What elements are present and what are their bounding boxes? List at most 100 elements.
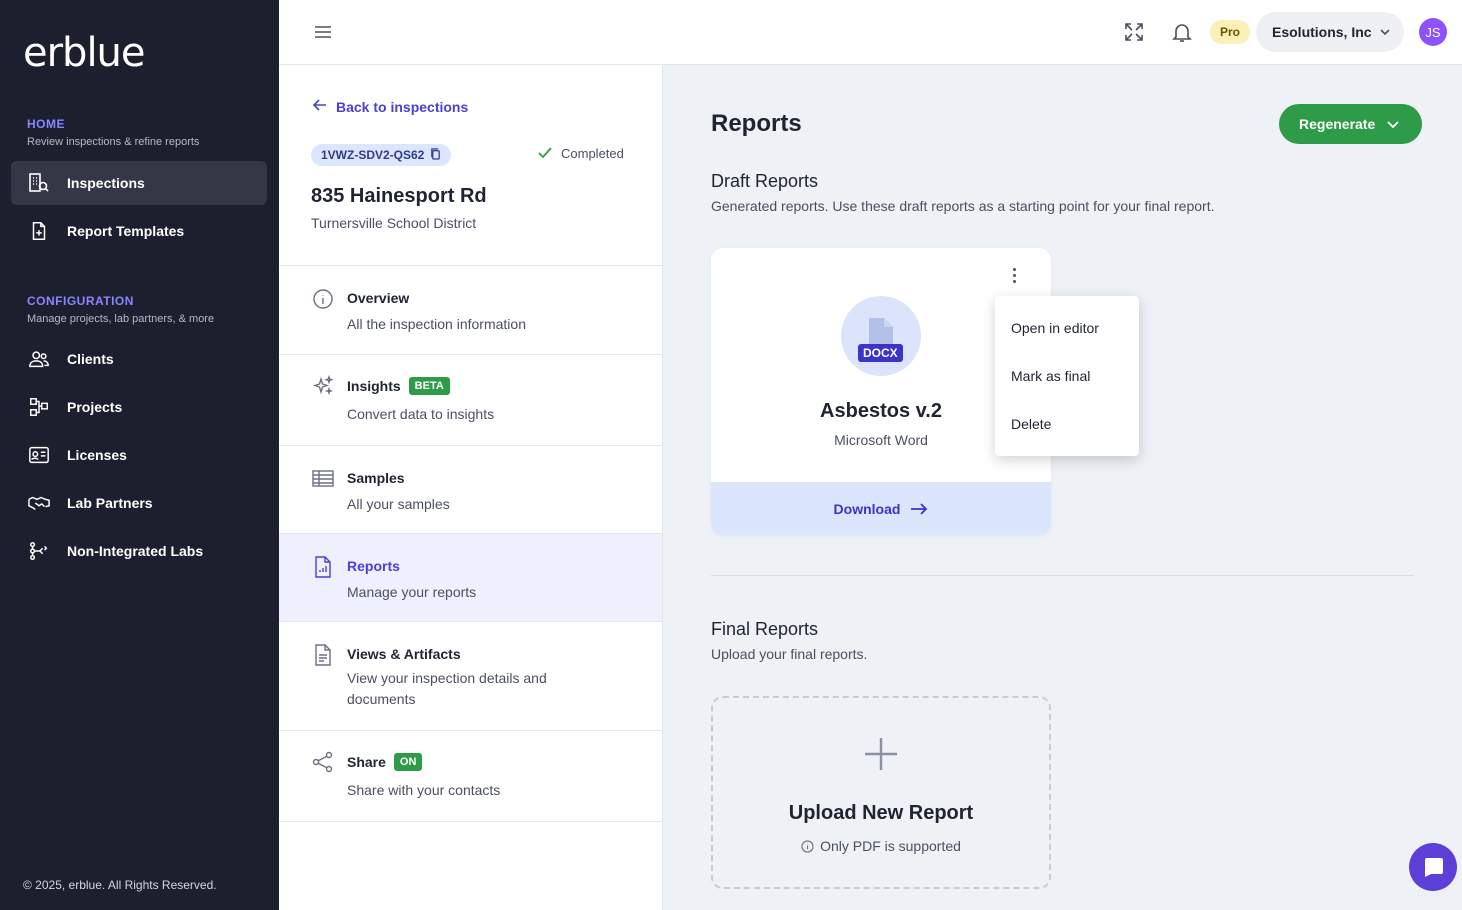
upload-title: Upload New Report bbox=[788, 802, 974, 824]
menu-item-title: Reports bbox=[347, 558, 400, 574]
labs-icon bbox=[27, 539, 51, 563]
copy-icon[interactable] bbox=[430, 147, 441, 163]
menu-item-overview[interactable]: Overview All the inspection information bbox=[279, 266, 662, 355]
section-divider bbox=[711, 575, 1414, 576]
sidebar-item-report-templates[interactable]: Report Templates bbox=[11, 209, 267, 253]
regenerate-button[interactable]: Regenerate bbox=[1279, 104, 1422, 144]
report-icon bbox=[312, 556, 334, 578]
sidebar-item-label: Licenses bbox=[67, 447, 127, 463]
chat-icon bbox=[1425, 858, 1443, 877]
status-badge: Completed bbox=[537, 145, 624, 161]
menu-item-desc: Manage your reports bbox=[347, 584, 477, 600]
chevron-down-icon bbox=[1378, 25, 1392, 42]
sidebar-item-licenses[interactable]: Licenses bbox=[11, 433, 267, 477]
inspection-id-chip[interactable]: 1VWZ-SDV2-QS62 bbox=[311, 144, 452, 166]
menu-mark-as-final[interactable]: Mark as final bbox=[1011, 368, 1090, 384]
document-icon bbox=[312, 644, 334, 666]
handshake-icon bbox=[27, 491, 51, 515]
fullscreen-icon[interactable] bbox=[1122, 20, 1146, 44]
on-badge: ON bbox=[393, 753, 423, 771]
menu-item-desc: View your inspection details and documen… bbox=[347, 670, 547, 707]
inspection-id: 1VWZ-SDV2-QS62 bbox=[321, 148, 425, 162]
organization-select[interactable]: Esolutions, Inc bbox=[1256, 12, 1404, 52]
menu-item-desc: All your samples bbox=[347, 496, 450, 512]
sidebar-item-label: Projects bbox=[67, 399, 123, 415]
config-section-title: CONFIGURATION bbox=[27, 294, 134, 308]
copyright: © 2025, erblue. All Rights Reserved. bbox=[23, 878, 217, 892]
back-to-inspections-link[interactable]: Back to inspections bbox=[312, 97, 468, 116]
menu-item-desc: Share with your contacts bbox=[347, 782, 501, 798]
download-label: Download bbox=[833, 500, 901, 517]
share-icon bbox=[312, 751, 334, 773]
info-icon bbox=[312, 288, 334, 310]
draft-reports-heading: Draft Reports bbox=[711, 171, 819, 191]
licenses-icon bbox=[27, 443, 51, 467]
sidebar-item-non-integrated-labs[interactable]: Non-Integrated Labs bbox=[11, 529, 267, 573]
status-text: Completed bbox=[561, 145, 624, 161]
chevron-down-icon bbox=[1387, 121, 1399, 129]
sidebar-item-label: Lab Partners bbox=[67, 495, 153, 511]
upload-report-dropzone[interactable]: Upload New Report Only PDF is supported bbox=[711, 696, 1051, 889]
app-logo[interactable]: erblue bbox=[23, 30, 146, 76]
bell-icon[interactable] bbox=[1170, 20, 1194, 44]
upload-hint: Only PDF is supported bbox=[713, 838, 1049, 854]
sidebar-item-label: Non-Integrated Labs bbox=[67, 543, 204, 559]
home-section-subtitle: Review inspections & refine reports bbox=[27, 136, 200, 148]
report-options-menu: Open in editor Mark as final Delete bbox=[995, 296, 1139, 456]
beta-badge: BETA bbox=[408, 377, 450, 395]
chat-button[interactable] bbox=[1409, 843, 1457, 891]
file-icon: DOCX bbox=[841, 296, 921, 376]
table-icon bbox=[312, 468, 334, 490]
more-options-icon[interactable] bbox=[1007, 264, 1021, 286]
projects-icon bbox=[27, 395, 51, 419]
menu-item-reports[interactable]: Reports Manage your reports bbox=[279, 534, 662, 622]
upload-hint-text: Only PDF is supported bbox=[820, 838, 961, 854]
config-section-subtitle: Manage projects, lab partners, & more bbox=[27, 313, 215, 325]
top-bar: Pro Esolutions, Inc JS bbox=[279, 0, 1462, 65]
organization-name: Esolutions, Inc bbox=[1272, 24, 1372, 40]
menu-item-samples[interactable]: Samples All your samples bbox=[279, 446, 662, 534]
final-reports-desc: Upload your final reports. bbox=[711, 646, 868, 662]
docx-badge: DOCX bbox=[858, 344, 903, 362]
menu-item-title: Overview bbox=[347, 290, 410, 306]
check-icon bbox=[538, 147, 552, 159]
sidebar-item-projects[interactable]: Projects bbox=[11, 385, 267, 429]
sidebar-item-inspections[interactable]: Inspections bbox=[11, 161, 267, 205]
menu-delete[interactable]: Delete bbox=[1011, 416, 1051, 432]
sidebar-item-lab-partners[interactable]: Lab Partners bbox=[11, 481, 267, 525]
sidebar-item-label: Inspections bbox=[67, 175, 145, 191]
inspection-panel: Back to inspections 1VWZ-SDV2-QS62 Compl… bbox=[279, 65, 663, 910]
download-button[interactable]: Download bbox=[711, 482, 1051, 535]
plan-badge: Pro bbox=[1210, 20, 1251, 44]
arrow-right-icon bbox=[911, 502, 928, 515]
back-link-label: Back to inspections bbox=[336, 98, 469, 115]
menu-item-title: Views & Artifacts bbox=[347, 646, 461, 662]
home-section-title: HOME bbox=[27, 117, 65, 131]
menu-item-views-artifacts[interactable]: Views & Artifacts View your inspection d… bbox=[279, 622, 662, 731]
report-template-icon bbox=[27, 219, 51, 243]
menu-item-insights[interactable]: Insights BETA Convert data to insights bbox=[279, 355, 662, 446]
final-reports-heading: Final Reports bbox=[711, 619, 819, 639]
sidebar: erblue HOME Review inspections & refine … bbox=[0, 0, 279, 910]
menu-item-title: Samples bbox=[347, 470, 405, 486]
menu-open-in-editor[interactable]: Open in editor bbox=[1011, 320, 1099, 336]
menu-item-desc: All the inspection information bbox=[347, 316, 526, 332]
page-title: Reports bbox=[711, 110, 802, 137]
inspection-address: 835 Hainesport Rd bbox=[311, 185, 487, 207]
info-icon bbox=[801, 839, 814, 853]
sidebar-item-clients[interactable]: Clients bbox=[11, 337, 267, 381]
reports-main: Reports Regenerate Draft Reports Generat… bbox=[663, 65, 1462, 910]
draft-reports-desc: Generated reports. Use these draft repor… bbox=[711, 198, 1215, 214]
sparkles-icon bbox=[312, 374, 334, 397]
inspections-icon bbox=[27, 171, 51, 195]
clients-icon bbox=[27, 347, 51, 371]
sidebar-item-label: Report Templates bbox=[67, 223, 185, 239]
avatar[interactable]: JS bbox=[1419, 18, 1447, 46]
arrow-left-icon bbox=[312, 97, 328, 116]
menu-icon[interactable] bbox=[313, 22, 333, 42]
menu-item-desc: Convert data to insights bbox=[347, 406, 495, 422]
menu-item-title: Share bbox=[347, 754, 386, 770]
menu-item-title: Insights bbox=[347, 378, 401, 394]
regenerate-label: Regenerate bbox=[1299, 116, 1376, 132]
menu-item-share[interactable]: Share ON Share with your contacts bbox=[279, 731, 662, 822]
